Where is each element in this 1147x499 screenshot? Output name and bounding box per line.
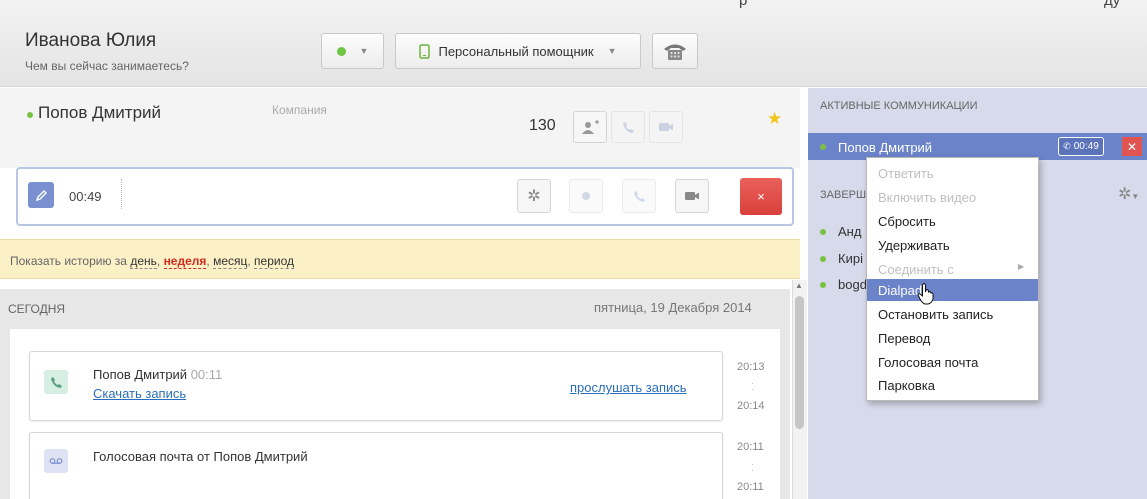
online-status-icon bbox=[820, 256, 826, 262]
user-name: Иванова Юлия bbox=[25, 30, 157, 51]
finished-item[interactable]: Кирі bbox=[838, 251, 863, 266]
phone-icon bbox=[633, 190, 645, 202]
status-prompt[interactable]: Чем вы сейчас занимаетесь? bbox=[25, 59, 189, 73]
active-communications-header: АКТИВНЫЕ КОММУНИКАЦИИ bbox=[820, 100, 978, 112]
menu-item-hold[interactable]: Удерживать bbox=[878, 238, 950, 253]
voicemail-icon bbox=[44, 449, 68, 473]
hangup-button[interactable]: × bbox=[740, 178, 782, 215]
online-status-icon bbox=[820, 282, 826, 288]
contact-count: 130 bbox=[529, 117, 556, 134]
card-contact: Попов Дмитрий bbox=[93, 367, 188, 382]
voicemail-title: Голосовая почта от Попов Дмитрий bbox=[93, 449, 308, 464]
active-contact-name[interactable]: Попов Дмитрий bbox=[838, 140, 932, 155]
chevron-down-icon: ▼ bbox=[359, 46, 369, 56]
video-camera-icon bbox=[659, 123, 673, 131]
card-title: Попов Дмитрий 00:11 bbox=[93, 367, 222, 382]
call-settings-button[interactable]: ✲ bbox=[517, 179, 551, 213]
filter-day[interactable]: день bbox=[130, 254, 157, 269]
history-filter: Показать историю за день, неделя, месяц,… bbox=[10, 254, 295, 269]
online-status-icon bbox=[336, 46, 346, 56]
finished-header: ЗАВЕРШ bbox=[820, 189, 867, 201]
end-time: 20:14 bbox=[737, 400, 765, 412]
chevron-right-icon: ▶ bbox=[1018, 262, 1025, 271]
menu-item-enable-video[interactable]: Включить видео bbox=[878, 190, 976, 205]
record-button[interactable] bbox=[569, 179, 603, 213]
video-call-button[interactable] bbox=[649, 111, 683, 143]
start-time: 20:11 bbox=[737, 441, 764, 453]
add-contact-button[interactable] bbox=[573, 111, 607, 143]
menu-item-dialpad[interactable]: Dialpad bbox=[878, 283, 922, 298]
history-prefix: Показать историю за bbox=[10, 254, 127, 268]
call-timer: 00:49 bbox=[69, 189, 102, 204]
end-time: 20:11 bbox=[737, 481, 764, 493]
phone-icon bbox=[622, 121, 634, 133]
play-recording-link[interactable]: прослушать запись bbox=[570, 380, 687, 395]
menu-item-stop-recording[interactable]: Остановить запись bbox=[878, 307, 993, 322]
scroll-up-arrow-icon[interactable]: ▲ bbox=[795, 281, 803, 290]
finished-item[interactable]: Анд bbox=[838, 224, 861, 239]
favorite-star-icon[interactable]: ★ bbox=[767, 109, 782, 129]
time-dots: · · bbox=[751, 459, 754, 475]
gear-icon[interactable]: ✲▼ bbox=[1118, 184, 1139, 204]
active-call-time-badge: ✆ 00:49 bbox=[1058, 137, 1104, 156]
card-duration: 00:11 bbox=[190, 367, 223, 382]
menu-item-answer[interactable]: Ответить bbox=[878, 166, 934, 181]
time-dots: · · bbox=[751, 378, 754, 394]
presence-dropdown[interactable]: ▼ bbox=[321, 33, 384, 69]
day-date: пятница, 19 Декабря 2014 bbox=[594, 300, 752, 315]
assistant-dropdown[interactable]: Персональный помощник ▼ bbox=[395, 33, 641, 69]
scrollbar-thumb[interactable] bbox=[795, 296, 804, 429]
clipped-text: ду bbox=[1104, 0, 1121, 9]
voicemail-card[interactable] bbox=[29, 432, 723, 499]
menu-item-connect[interactable]: Соединить с bbox=[878, 262, 954, 277]
add-user-icon bbox=[582, 120, 599, 134]
notes-button[interactable] bbox=[28, 182, 54, 208]
finished-item[interactable]: bogd bbox=[838, 277, 867, 292]
record-icon bbox=[582, 192, 590, 200]
menu-item-reset[interactable]: Сбросить bbox=[878, 214, 936, 229]
close-icon[interactable]: ✕ bbox=[1122, 137, 1142, 156]
dialer-button[interactable] bbox=[652, 33, 698, 69]
contact-name[interactable]: Попов Дмитрий bbox=[38, 103, 161, 123]
gear-icon: ✲ bbox=[527, 188, 541, 205]
menu-item-park[interactable]: Парковка bbox=[878, 378, 935, 393]
download-recording-link[interactable]: Скачать запись bbox=[93, 386, 186, 401]
start-time: 20:13 bbox=[737, 361, 765, 373]
filter-month[interactable]: месяц bbox=[213, 254, 248, 269]
call-button[interactable] bbox=[611, 111, 645, 143]
online-status-icon bbox=[820, 229, 826, 235]
video-toggle-button[interactable] bbox=[675, 179, 709, 213]
online-status-icon bbox=[27, 112, 33, 118]
assistant-label: Персональный помощник bbox=[438, 43, 594, 59]
divider bbox=[121, 179, 122, 209]
today-label: СЕГОДНЯ bbox=[8, 302, 66, 316]
online-status-icon bbox=[820, 144, 826, 150]
pencil-icon bbox=[35, 189, 47, 201]
clipped-text: р bbox=[739, 0, 748, 9]
company-label: Компания bbox=[272, 103, 327, 117]
video-camera-icon bbox=[685, 192, 699, 200]
call-history-icon bbox=[44, 370, 68, 394]
chevron-down-icon: ▼ bbox=[607, 46, 617, 56]
hold-call-button[interactable] bbox=[622, 179, 656, 213]
active-call-time: 00:49 bbox=[1073, 141, 1099, 152]
phone-device-icon bbox=[419, 43, 431, 59]
phone-icon: ✆ bbox=[1063, 141, 1071, 151]
hand-cursor-icon bbox=[917, 283, 934, 305]
desk-phone-icon bbox=[664, 44, 686, 60]
filter-period[interactable]: период bbox=[254, 254, 295, 269]
menu-item-voicemail[interactable]: Голосовая почта bbox=[878, 355, 978, 370]
menu-item-transfer[interactable]: Перевод bbox=[878, 331, 930, 346]
filter-week[interactable]: неделя bbox=[163, 254, 207, 269]
